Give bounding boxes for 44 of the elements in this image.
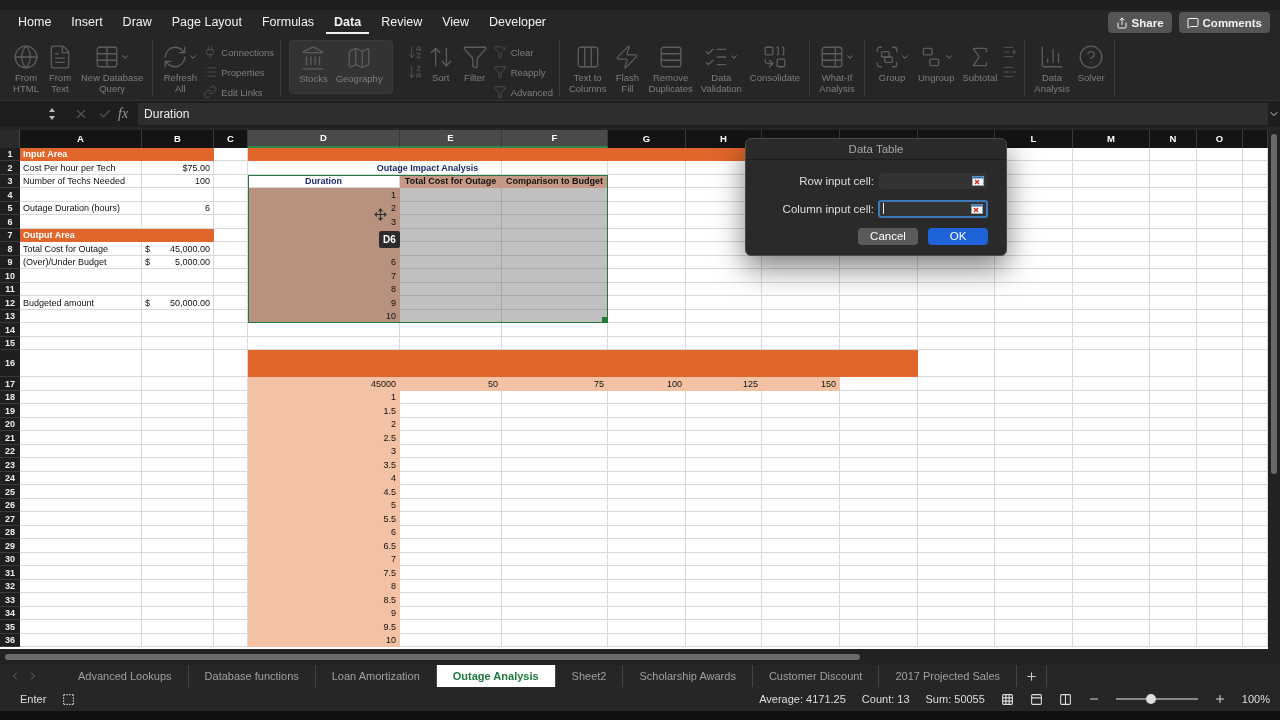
cell-value: 45,000.00 xyxy=(169,243,210,254)
table-cell: 9.5 xyxy=(248,620,400,634)
table-cell-text: Outage Impact Analysis xyxy=(375,161,480,175)
table-cell: 45000 xyxy=(248,377,400,391)
table-cell: 1 xyxy=(248,188,400,202)
table-cell: 100 xyxy=(608,377,686,391)
table-cell-text: 100 xyxy=(193,175,211,189)
table-cell: 6.5 xyxy=(248,539,400,553)
table-cell: 9 xyxy=(248,296,400,310)
table-cell: 75 xyxy=(502,377,608,391)
table-cell: 50 xyxy=(400,377,502,391)
cell-value: 50,000.00 xyxy=(169,297,210,308)
table-cell: 5.5 xyxy=(248,512,400,526)
table-cell-text: Budgeted amount xyxy=(22,296,96,310)
mode-label: Enter xyxy=(20,693,47,705)
table-cell-text: Total Cost for Outage xyxy=(22,242,110,256)
table-cell-text: Duration xyxy=(304,175,343,189)
zoom-reading: 100% xyxy=(1241,693,1270,705)
currency-symbol: $ xyxy=(145,297,150,308)
table-cell-text: Outage Duration (hours) xyxy=(22,202,122,216)
table-cell: 125 xyxy=(686,377,762,391)
field-label: Row input cell: xyxy=(799,174,874,187)
table-cell: 2.5 xyxy=(248,431,400,445)
table-cell: 150 xyxy=(762,377,840,391)
status-stat: Sum: 50055 xyxy=(925,693,985,705)
status-stat: Average: 4171.25 xyxy=(759,693,846,705)
table-cell: 4.5 xyxy=(248,485,400,499)
status-stat: Count: 13 xyxy=(861,693,910,705)
table-cell: 7 xyxy=(248,269,400,283)
table-cell-text: 6 xyxy=(204,202,211,216)
table-cell: 7.5 xyxy=(248,566,400,580)
table-cell: 3.5 xyxy=(248,458,400,472)
dialog-title: Data Table xyxy=(746,138,1006,160)
table-cell-text: Cost Per hour per Tech xyxy=(22,161,117,175)
currency-symbol: $ xyxy=(145,257,150,268)
table-cell: 3 xyxy=(248,215,400,229)
table-cell: 1.5 xyxy=(248,404,400,418)
currency-symbol: $ xyxy=(145,243,150,254)
table-cell-text: Number of Techs Needed xyxy=(22,175,126,189)
table-cell-text: $75.00 xyxy=(181,161,211,175)
field-label: Column input cell: xyxy=(782,202,874,215)
table-cell-text: (Over)/Under Budget xyxy=(22,256,108,270)
cell-value: 5,000.00 xyxy=(174,257,210,268)
table-cell: 8.5 xyxy=(248,593,400,607)
